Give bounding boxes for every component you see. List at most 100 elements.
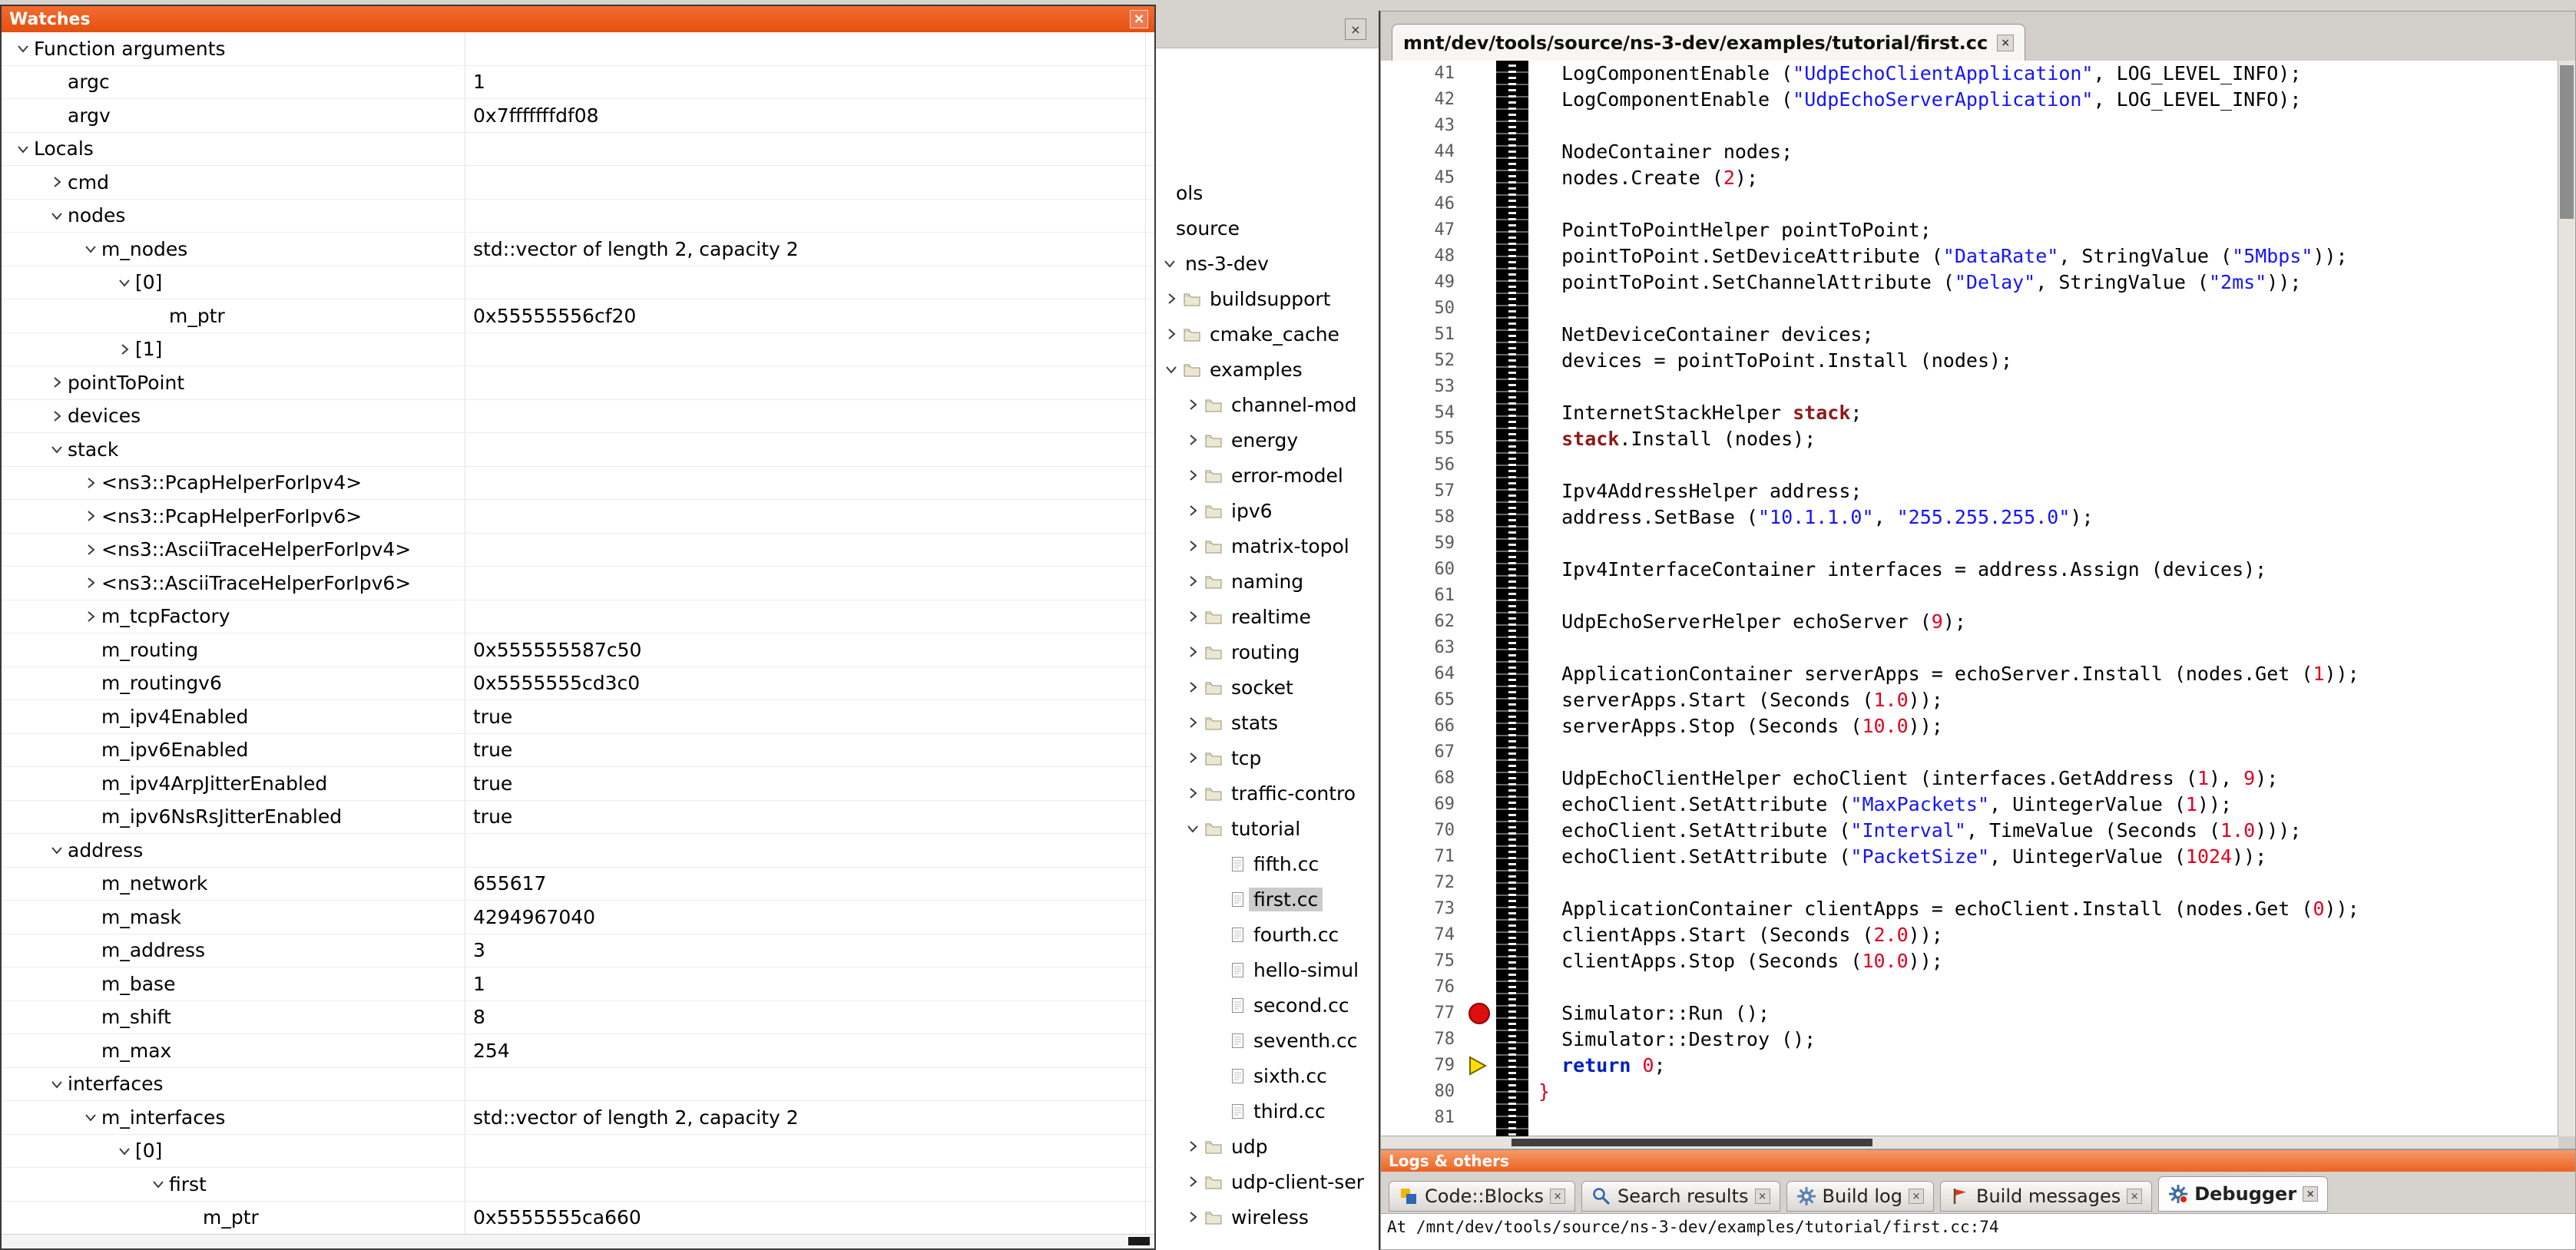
watch-row[interactable]: m_ipv6NsRsJitterEnabledtrue [2, 801, 1154, 835]
line-number[interactable]: 55 [1381, 426, 1467, 452]
watch-row[interactable]: <ns3::PcapHelperForIpv6> [2, 500, 1154, 534]
watch-row[interactable]: m_shift8 [2, 1001, 1154, 1035]
code-line[interactable]: 67 [1381, 739, 2558, 766]
watch-row[interactable]: argc1 [2, 66, 1154, 100]
tree-item[interactable]: buildsupport [1156, 281, 1379, 316]
watch-row[interactable]: cmd [2, 166, 1154, 200]
code-area[interactable]: 41 LogComponentEnable ("UdpEchoClientApp… [1381, 61, 2558, 1136]
chevron-right-icon[interactable] [1161, 327, 1182, 341]
tree-item[interactable]: third.cc [1156, 1093, 1379, 1129]
line-number[interactable]: 71 [1381, 844, 1467, 870]
logs-tab-debugger[interactable]: Debugger× [2158, 1176, 2328, 1212]
chevron-right-icon[interactable] [80, 610, 101, 623]
watch-row[interactable]: m_interfacesstd::vector of length 2, cap… [2, 1101, 1154, 1135]
logs-tab-close-button[interactable]: × [2127, 1189, 2142, 1204]
line-number[interactable]: 72 [1381, 870, 1467, 896]
code-line[interactable]: 74 clientApps.Start (Seconds (2.0)); [1381, 922, 2558, 948]
line-number[interactable]: 48 [1381, 243, 1467, 270]
chevron-down-icon[interactable] [46, 442, 68, 456]
line-number[interactable]: 60 [1381, 557, 1467, 583]
watch-row[interactable]: m_ipv4Enabledtrue [2, 700, 1154, 734]
tree-item[interactable]: examples [1156, 352, 1379, 387]
code-line[interactable]: 46 [1381, 191, 2558, 217]
tree-item[interactable]: seventh.cc [1156, 1023, 1379, 1058]
watch-row[interactable]: m_ipv6Enabledtrue [2, 734, 1154, 768]
chevron-right-icon[interactable] [1182, 539, 1204, 553]
tree-item[interactable]: tcp [1156, 740, 1379, 775]
line-number[interactable]: 49 [1381, 270, 1467, 296]
code-line[interactable]: 64 ApplicationContainer serverApps = ech… [1381, 661, 2558, 687]
tree-item[interactable]: ns-3-dev [1156, 246, 1379, 281]
tree-item[interactable]: second.cc [1156, 987, 1379, 1023]
code-line[interactable]: 54 InternetStackHelper stack; [1381, 400, 2558, 426]
tree-item[interactable]: ipv6 [1156, 493, 1379, 528]
watch-row[interactable]: m_mask4294967040 [2, 901, 1154, 934]
code-line[interactable]: 60 Ipv4InterfaceContainer interfaces = a… [1381, 557, 2558, 583]
code-line[interactable]: 69 echoClient.SetAttribute ("MaxPackets"… [1381, 792, 2558, 818]
code-line[interactable]: 78 Simulator::Destroy (); [1381, 1027, 2558, 1053]
line-number[interactable]: 42 [1381, 87, 1467, 113]
code-line[interactable]: 51 NetDeviceContainer devices; [1381, 322, 2558, 348]
line-number[interactable]: 46 [1381, 191, 1467, 217]
code-line[interactable]: 50 [1381, 296, 2558, 322]
chevron-right-icon[interactable] [1161, 292, 1182, 306]
line-number[interactable]: 63 [1381, 635, 1467, 661]
code-line[interactable]: 41 LogComponentEnable ("UdpEchoClientApp… [1381, 61, 2558, 87]
line-number[interactable]: 78 [1381, 1027, 1467, 1053]
watch-row[interactable]: m_nodesstd::vector of length 2, capacity… [2, 233, 1154, 266]
code-line[interactable]: 63 [1381, 635, 2558, 661]
tree-item[interactable]: udp [1156, 1129, 1379, 1164]
watch-row[interactable]: Function arguments [2, 32, 1154, 66]
line-number[interactable]: 69 [1381, 792, 1467, 818]
tree-item[interactable]: cmake_cache [1156, 316, 1379, 352]
line-number[interactable]: 41 [1381, 61, 1467, 87]
code-line[interactable]: 61 [1381, 583, 2558, 609]
line-number[interactable]: 62 [1381, 609, 1467, 635]
watch-row[interactable]: m_address3 [2, 934, 1154, 968]
line-number[interactable]: 51 [1381, 322, 1467, 348]
line-number[interactable]: 52 [1381, 348, 1467, 374]
code-line[interactable]: 68 UdpEchoClientHelper echoClient (inter… [1381, 766, 2558, 792]
logs-titlebar[interactable]: Logs & others [1381, 1150, 2575, 1172]
watch-row[interactable]: [0] [2, 266, 1154, 300]
tree-item[interactable]: routing [1156, 634, 1379, 670]
line-number[interactable]: 43 [1381, 113, 1467, 139]
logs-tab-build-messages[interactable]: Build messages× [1940, 1181, 2152, 1212]
line-number[interactable]: 56 [1381, 452, 1467, 478]
chevron-down-icon[interactable] [80, 242, 101, 256]
logs-tab-search-results[interactable]: Search results× [1581, 1181, 1780, 1212]
line-number[interactable]: 81 [1381, 1105, 1467, 1131]
watch-row[interactable]: m_base1 [2, 967, 1154, 1001]
tree-panel-close-button[interactable]: × [1345, 18, 1366, 40]
watch-row[interactable]: m_ptr0x55555556cf20 [2, 299, 1154, 333]
watch-row[interactable]: <ns3::PcapHelperForIpv4> [2, 467, 1154, 501]
watch-row[interactable]: argv0x7fffffffdf08 [2, 99, 1154, 133]
code-line[interactable]: 75 clientApps.Stop (Seconds (10.0)); [1381, 948, 2558, 974]
line-number[interactable]: 70 [1381, 818, 1467, 844]
tree-item[interactable]: realtime [1156, 599, 1379, 634]
chevron-down-icon[interactable] [12, 142, 34, 156]
watch-row[interactable]: nodes [2, 200, 1154, 233]
tree-item[interactable]: naming [1156, 564, 1379, 599]
watches-hscrollbar[interactable] [2, 1234, 1154, 1248]
tree-item[interactable]: wireless [1156, 1199, 1379, 1235]
line-number[interactable]: 65 [1381, 687, 1467, 713]
line-number[interactable]: 80 [1381, 1079, 1467, 1105]
tree-item[interactable]: fourth.cc [1156, 917, 1379, 952]
code-line[interactable]: 79 return 0; [1381, 1053, 2558, 1079]
chevron-right-icon[interactable] [1182, 610, 1204, 623]
code-line[interactable]: 58 address.SetBase ("10.1.1.0", "255.255… [1381, 504, 2558, 531]
code-line[interactable]: 42 LogComponentEnable ("UdpEchoServerApp… [1381, 87, 2558, 113]
watch-row[interactable]: m_ipv4ArpJitterEnabledtrue [2, 767, 1154, 801]
breakpoint-marker[interactable] [1468, 1003, 1490, 1024]
code-line[interactable]: 45 nodes.Create (2); [1381, 165, 2558, 191]
watch-row[interactable]: address [2, 834, 1154, 868]
code-line[interactable]: 53 [1381, 374, 2558, 400]
code-line[interactable]: 47 PointToPointHelper pointToPoint; [1381, 217, 2558, 243]
tree-item[interactable]: traffic-contro [1156, 775, 1379, 811]
code-line[interactable]: 56 [1381, 452, 2558, 478]
watch-row[interactable]: m_max254 [2, 1034, 1154, 1068]
watch-row[interactable]: pointToPoint [2, 366, 1154, 400]
tree-item[interactable]: socket [1156, 670, 1379, 705]
line-number[interactable]: 74 [1381, 922, 1467, 948]
